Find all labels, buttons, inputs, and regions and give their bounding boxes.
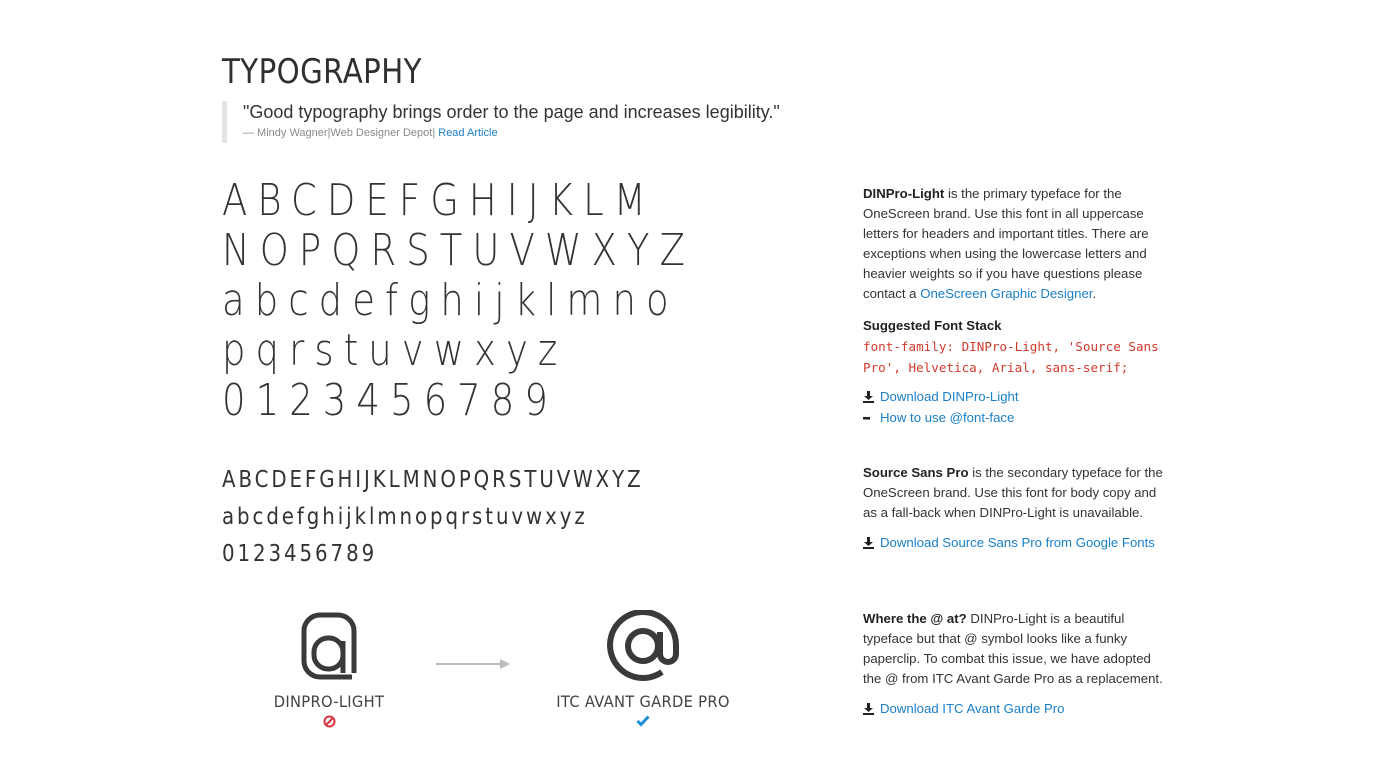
at-sign-icon [607, 610, 680, 681]
at-symbol-itc: ITC AVANT GARDE PRO [533, 606, 753, 731]
at-symbol-dinpro: DINPRO-LIGHT [219, 606, 439, 731]
specimen-line: ABCDEFGHIJKLM [222, 175, 656, 226]
quote-text: "Good typography brings order to the pag… [243, 102, 780, 122]
read-article-link[interactable]: Read Article [438, 127, 497, 139]
font-stack-title: Suggested Font Stack [863, 318, 1002, 333]
description-period: . [1092, 286, 1097, 301]
specimen-line: 0123456789 [222, 541, 378, 567]
itc-at-name: ITC AVANT GARDE PRO [556, 692, 730, 711]
primary-typeface-info: DINPro-Light is the primary typeface for… [863, 184, 1168, 428]
specimen-line: abcdefghijklmnopqrstuvwxyz [222, 504, 588, 530]
at-description: Where the @ at? DINPro-Light is a beauti… [863, 609, 1168, 689]
secondary-typeface-info: Source Sans Pro is the secondary typefac… [863, 463, 1168, 553]
page-title: TYPOGRAPHY [222, 52, 422, 92]
graphic-designer-link[interactable]: OneScreen Graphic Designer [920, 286, 1092, 301]
fontface-link[interactable]: How to use @font-face [863, 408, 1168, 428]
download-source-sans-label[interactable]: Download Source Sans Pro from Google Fon… [880, 533, 1155, 553]
download-source-sans-link[interactable]: Download Source Sans Pro from Google Fon… [863, 533, 1168, 553]
at-symbol-info: Where the @ at? DINPro-Light is a beauti… [863, 609, 1168, 719]
at-heading: Where the @ at? [863, 611, 967, 626]
specimen-line: abcdefghijklmno [222, 275, 679, 326]
download-dinpro-label[interactable]: Download DINPro-Light [880, 387, 1019, 407]
download-icon [863, 391, 875, 403]
quote-source: Web Designer Depot [330, 127, 433, 139]
specimen-line: 0123456789 [222, 375, 558, 426]
specimen-line: ABCDEFGHIJKLMNOPQRSTUVWXYZ [222, 467, 644, 493]
checkmark-icon [636, 715, 650, 727]
download-icon [863, 703, 875, 715]
dinpro-at-name: DINPRO-LIGHT [273, 692, 385, 711]
download-itc-label[interactable]: Download ITC Avant Garde Pro [880, 699, 1064, 719]
pull-quote: "Good typography brings order to the pag… [222, 101, 863, 143]
font-stack-code: font-family: DINPro-Light, 'Source Sans … [863, 339, 1159, 375]
itc-at-glyph [533, 606, 753, 686]
quote-citation: — Mindy Wagner|Web Designer Depot| Read … [243, 127, 863, 139]
primary-font-name: DINPro-Light [863, 186, 945, 201]
arrow-right-icon [436, 659, 510, 669]
primary-typeface-specimen: ABCDEFGHIJKLM NOPQRSTUVWXYZ abcdefghijkl… [222, 176, 785, 426]
download-dinpro-link[interactable]: Download DINPro-Light [863, 387, 1168, 407]
minus-icon [863, 412, 875, 424]
secondary-font-name: Source Sans Pro [863, 465, 969, 480]
secondary-typeface-specimen: ABCDEFGHIJKLMNOPQRSTUVWXYZ abcdefghijklm… [222, 462, 712, 573]
download-icon [863, 537, 875, 549]
specimen-line: NOPQRSTUVWXYZ [222, 225, 695, 276]
no-entry-icon [323, 715, 335, 728]
primary-description: DINPro-Light is the primary typeface for… [863, 184, 1168, 304]
quote-separator: | [432, 127, 436, 139]
specimen-line: pqrstuvwxyz [222, 325, 568, 376]
download-itc-link[interactable]: Download ITC Avant Garde Pro [863, 699, 1168, 719]
fontface-label[interactable]: How to use @font-face [880, 408, 1014, 428]
paperclip-at-icon [301, 612, 357, 680]
secondary-description: Source Sans Pro is the secondary typefac… [863, 463, 1168, 523]
quote-author: — Mindy Wagner [243, 127, 328, 139]
dinpro-at-glyph [219, 606, 439, 686]
primary-description-text: is the primary typeface for the OneScree… [863, 186, 1149, 301]
